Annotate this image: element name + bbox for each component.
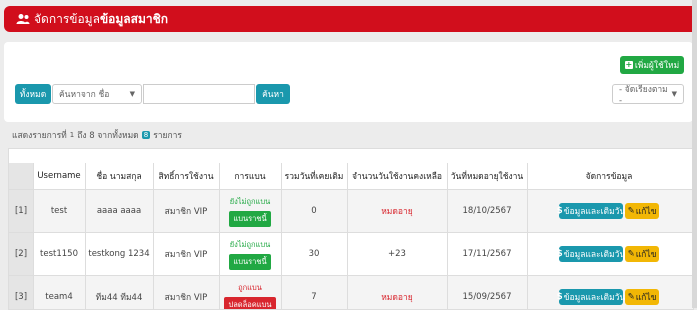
row-index: [3]	[9, 276, 33, 310]
topup-button[interactable]: $ข้อมูลและเติมวัน	[559, 203, 623, 219]
column-divider	[85, 163, 86, 309]
summary-suffix: รายการ	[153, 128, 182, 142]
cell-total-days: 30	[281, 233, 347, 275]
cell-expiry: 17/11/2567	[447, 233, 527, 275]
col-username: Username	[33, 163, 85, 189]
sort-select[interactable]: - จัดเรียงตาม - ▼	[612, 84, 684, 104]
table-header-row: Username ชื่อ นามสกุล สิทธิ์การใช้งาน กา…	[9, 163, 693, 190]
edit-label: แก้ไข	[636, 290, 657, 304]
members-table: Username ชื่อ นามสกุล สิทธิ์การใช้งาน กา…	[8, 148, 694, 310]
topup-button[interactable]: $ข้อมูลและเติมวัน	[559, 289, 623, 305]
show-all-button[interactable]: ทั้งหมด	[15, 84, 51, 104]
chevron-down-icon: ▼	[130, 90, 135, 98]
summary-prefix: แสดงรายการที่	[12, 128, 67, 142]
edit-label: แก้ไข	[636, 247, 657, 261]
topup-label: ข้อมูลและเติมวัน	[564, 204, 626, 218]
cell-expiry: 18/10/2567	[447, 190, 527, 232]
topup-label: ข้อมูลและเติมวัน	[564, 247, 626, 261]
cell-remaining: หมดอายุ	[347, 190, 447, 232]
edit-button[interactable]: ✎แก้ไข	[625, 289, 659, 305]
page-header: จัดการข้อมูลข้อมูลสมาชิก	[4, 6, 697, 32]
chevron-down-icon: ▼	[672, 90, 677, 98]
cell-ban: ยังไม่ถูกแบน แบนราชนี้	[219, 233, 281, 275]
table-row: [2] test1150 testkong 1234 สมาชิก VIP ยั…	[9, 233, 693, 276]
ban-status-text: ถูกแบน	[238, 282, 262, 294]
summary-from: 1	[70, 131, 74, 139]
col-expiry: วันที่หมดอายุใช้งาน	[447, 163, 527, 189]
edit-icon: ✎	[628, 249, 635, 259]
col-actions: จัดการข้อมูล	[527, 163, 691, 189]
summary-mid: ถึง 8 จากทั้งหมด	[77, 128, 139, 142]
cell-remaining: +23	[347, 233, 447, 275]
cell-role: สมาชิก VIP	[153, 190, 219, 232]
dollar-icon: $	[557, 206, 563, 216]
page-scrollbar[interactable]	[692, 0, 697, 308]
cell-remaining: หมดอายุ	[347, 276, 447, 310]
cell-username: test1150	[33, 233, 85, 275]
col-remaining: จำนวนวันใช้งานคงเหลือ	[347, 163, 447, 189]
cell-fullname: testkong 1234	[85, 233, 153, 275]
page-title: ข้อมูลสมาชิก	[100, 10, 168, 29]
table-row: [1] test aaaa aaaa สมาชิก VIP ยังไม่ถูกแ…	[9, 190, 693, 233]
cell-expiry: 15/09/2567	[447, 276, 527, 310]
index-header	[9, 163, 33, 189]
col-ban: การแบน	[219, 163, 281, 189]
row-index: [2]	[9, 233, 33, 275]
summary-total-badge: 8	[142, 131, 150, 139]
column-divider	[447, 163, 448, 309]
col-role: สิทธิ์การใช้งาน	[153, 163, 219, 189]
dollar-icon: $	[557, 249, 563, 259]
edit-icon: ✎	[628, 292, 635, 302]
result-summary: แสดงรายการที่ 1 ถึง 8 จากทั้งหมด 8 รายกา…	[12, 128, 182, 142]
edit-icon: ✎	[628, 206, 635, 216]
cell-total-days: 0	[281, 190, 347, 232]
column-divider	[527, 163, 528, 309]
edit-button[interactable]: ✎แก้ไข	[625, 246, 659, 262]
topup-button[interactable]: $ข้อมูลและเติมวัน	[559, 246, 623, 262]
topup-label: ข้อมูลและเติมวัน	[564, 290, 626, 304]
search-panel: + เพิ่มผู้ใช้ใหม่ ทั้งหมด ค้นหาจาก ชื่อ …	[4, 42, 693, 122]
cell-ban: ถูกแบน ปลดล็อคแบน	[219, 276, 281, 310]
add-user-label: เพิ่มผู้ใช้ใหม่	[635, 58, 679, 72]
table-top-spacer	[9, 149, 693, 163]
ban-button[interactable]: แบนราชนี้	[229, 254, 270, 270]
cell-username: team4	[33, 276, 85, 310]
ban-status-text: ยังไม่ถูกแบน	[230, 239, 271, 251]
cell-fullname: aaaa aaaa	[85, 190, 153, 232]
search-button[interactable]: ค้นหา	[256, 84, 290, 104]
cell-role: สมาชิก VIP	[153, 276, 219, 310]
search-input[interactable]	[143, 84, 255, 104]
cell-ban: ยังไม่ถูกแบน แบนราชนี้	[219, 190, 281, 232]
cell-role: สมาชิก VIP	[153, 233, 219, 275]
edit-button[interactable]: ✎แก้ไข	[625, 203, 659, 219]
cell-fullname: ทีม44 ทีม44	[85, 276, 153, 310]
plus-icon: +	[625, 61, 633, 69]
add-user-button[interactable]: + เพิ่มผู้ใช้ใหม่	[620, 56, 684, 74]
column-divider	[347, 163, 348, 309]
ban-button[interactable]: แบนราชนี้	[229, 211, 270, 227]
page-title-prefix: จัดการข้อมูล	[34, 10, 100, 29]
ban-status-text: ยังไม่ถูกแบน	[230, 196, 271, 208]
search-field-select[interactable]: ค้นหาจาก ชื่อ ▼	[52, 84, 142, 104]
dollar-icon: $	[557, 292, 563, 302]
cell-username: test	[33, 190, 85, 232]
row-index: [1]	[9, 190, 33, 232]
column-divider	[153, 163, 154, 309]
users-icon	[16, 13, 30, 25]
table-row: [3] team4 ทีม44 ทีม44 สมาชิก VIP ถูกแบน …	[9, 276, 693, 310]
cell-total-days: 7	[281, 276, 347, 310]
column-divider	[219, 163, 220, 309]
column-divider	[281, 163, 282, 309]
column-divider	[33, 163, 34, 309]
search-field-value: ค้นหาจาก ชื่อ	[59, 87, 109, 101]
col-total-days: รวมวันที่เคยเติม	[281, 163, 347, 189]
edit-label: แก้ไข	[636, 204, 657, 218]
sort-value: - จัดเรียงตาม -	[619, 82, 672, 106]
col-fullname: ชื่อ นามสกุล	[85, 163, 153, 189]
